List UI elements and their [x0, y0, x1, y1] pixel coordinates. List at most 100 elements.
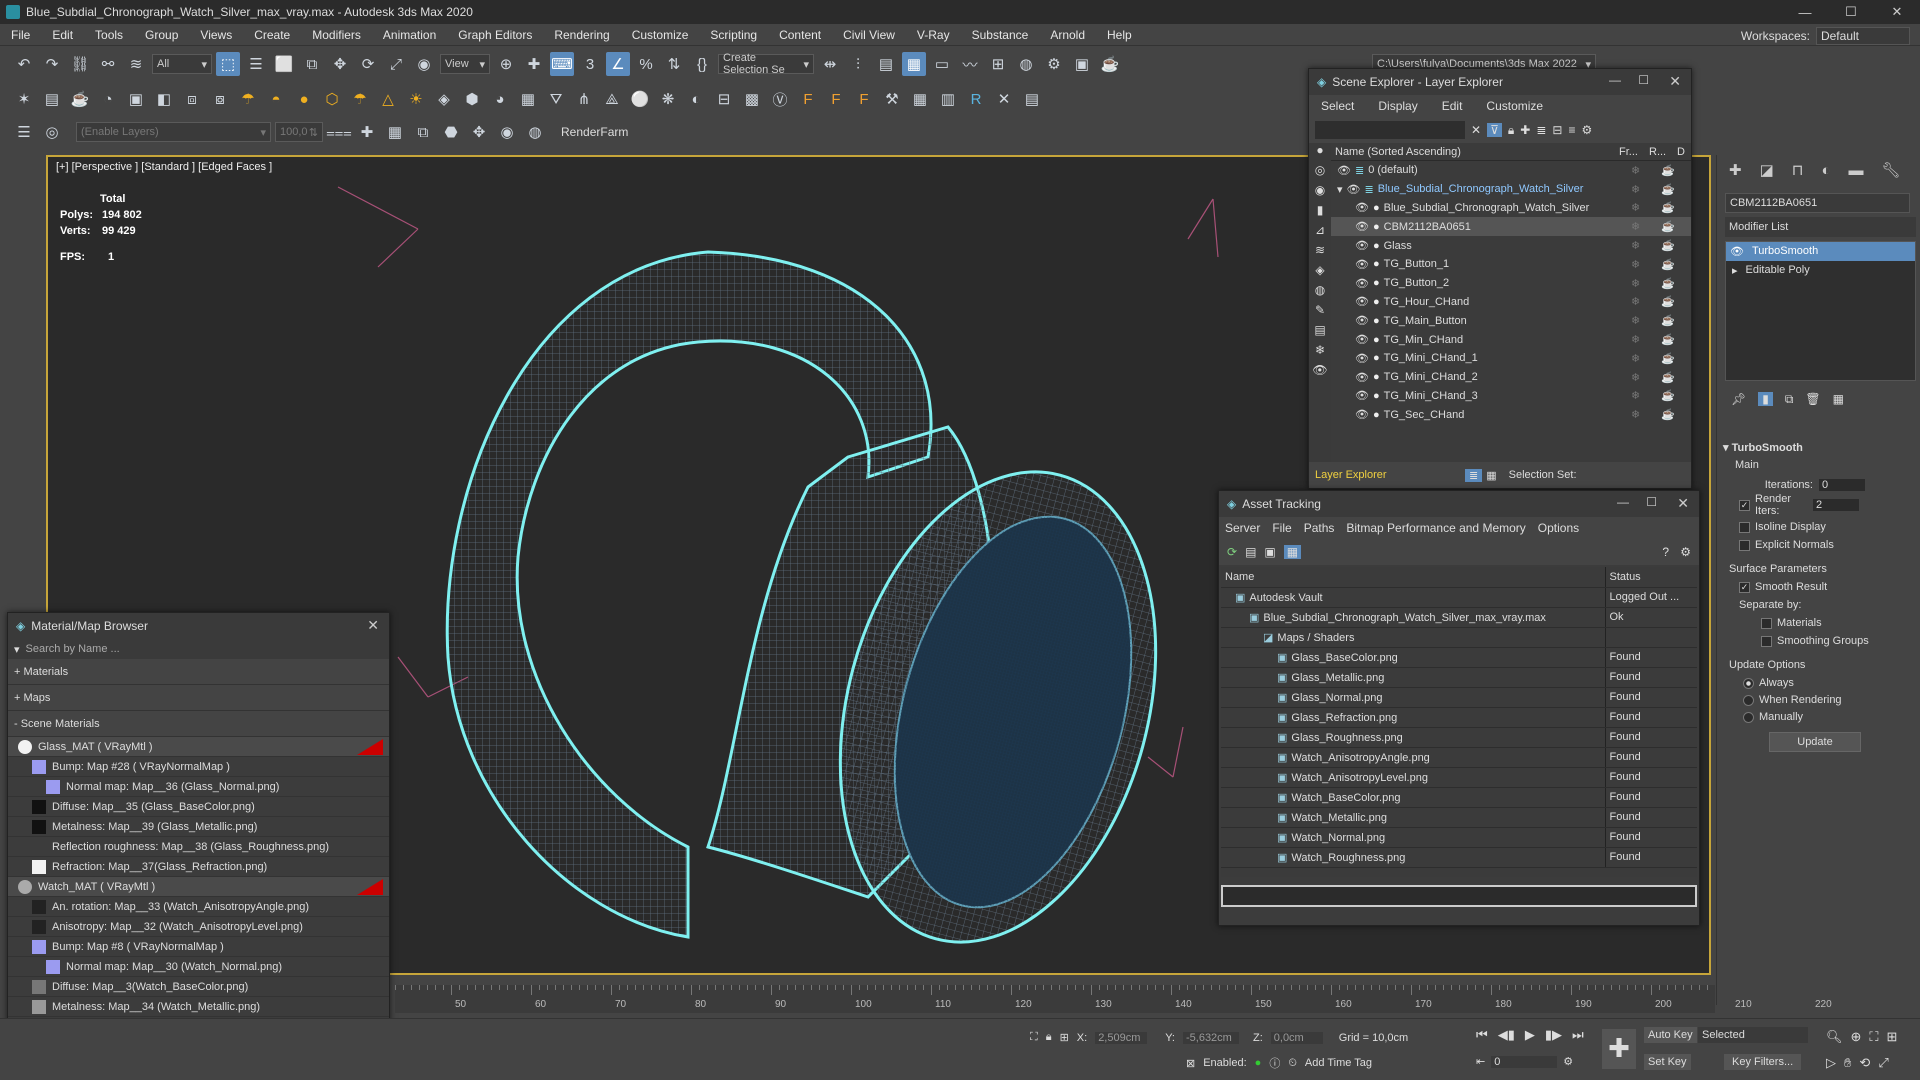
selection-lock-icon[interactable]: 🔒︎ [1046, 1031, 1052, 1044]
scene-explorer-close[interactable]: ✕ [1669, 73, 1681, 90]
visibility-eye-icon[interactable]: 👁︎ [1355, 220, 1369, 233]
menu-content[interactable]: Content [768, 28, 832, 42]
freeze-icon[interactable]: ❄ [1631, 389, 1661, 402]
eye-icon[interactable]: 👁︎ [1730, 245, 1744, 258]
col-display-header[interactable]: D [1677, 146, 1691, 158]
angle-snap-icon[interactable]: ∠ [606, 52, 630, 76]
manually-row[interactable]: Manually [1717, 711, 1920, 728]
box-object-icon[interactable]: ▣ [124, 87, 148, 111]
render-iters-checkbox[interactable]: ✓ [1739, 499, 1750, 511]
freeze-icon[interactable]: ❄ [1631, 314, 1661, 327]
isolate-icon[interactable]: ⛶ [1030, 1031, 1038, 1044]
mirror-icon[interactable]: ⇹ [818, 52, 842, 76]
menu-customize[interactable]: Customize [621, 28, 700, 42]
workspace-value[interactable]: Default [1815, 27, 1910, 45]
layer-sel2-icon[interactable]: ◉ [495, 120, 519, 144]
layer-row[interactable]: 👁︎ ● TG_Button_2 ❄ ☕ [1331, 274, 1691, 293]
table-view-icon[interactable]: ▦ [1283, 545, 1302, 559]
search-options-icon[interactable]: ▾ [14, 643, 20, 656]
filter-cameras-icon[interactable]: ▮ [1309, 203, 1331, 223]
select-by-name-icon[interactable]: ☰ [244, 52, 268, 76]
vray-fur-icon[interactable]: ⧈ [180, 87, 204, 111]
goto-end-icon[interactable]: ⏭ [1572, 1027, 1584, 1043]
freeze-icon[interactable]: ❄ [1631, 183, 1661, 196]
render-setup-icon[interactable]: ⚙ [1042, 52, 1066, 76]
ribbon-icon[interactable]: ▭ [930, 52, 954, 76]
toggle-layer-explorer-icon[interactable]: ▦ [902, 52, 926, 76]
rollout-title[interactable]: ▾ TurboSmooth [1717, 441, 1920, 459]
vray-dome-icon[interactable]: ◓ [264, 87, 288, 111]
render-icon[interactable]: ☕ [1661, 183, 1691, 196]
schematic-view-icon[interactable]: ⊞ [986, 52, 1010, 76]
menu-create[interactable]: Create [243, 28, 301, 42]
asset-row[interactable]: ▣ Watch_Roughness.png Found [1221, 847, 1697, 868]
isoline-checkbox[interactable] [1739, 521, 1750, 533]
explicit-normals-checkbox[interactable] [1739, 539, 1750, 551]
vray-light-icon[interactable]: ☂ [236, 87, 260, 111]
visibility-eye-icon[interactable]: 👁︎ [1355, 352, 1369, 365]
orbit-icon[interactable]: ⟲ [1859, 1055, 1870, 1071]
select-manipulate-icon[interactable]: ✚ [522, 52, 546, 76]
show-end-result-icon[interactable]: ▮ [1758, 392, 1773, 406]
key-filters-button[interactable]: Key Filters... [1724, 1054, 1802, 1070]
percent-snap-icon[interactable]: % [634, 52, 658, 76]
teapot-icon[interactable]: ☕ [68, 87, 92, 111]
configure-sets-icon[interactable]: ▦ [1833, 392, 1844, 406]
unlink-icon[interactable]: ⚯ [96, 52, 120, 76]
se-menu-display[interactable]: Display [1366, 99, 1429, 113]
render-icon[interactable]: ☕ [1661, 164, 1691, 177]
scene-explorer-minimize[interactable]: — [1609, 73, 1621, 87]
filter-spacewarps-icon[interactable]: ≋ [1309, 243, 1331, 263]
select-object-icon[interactable]: ⬚ [216, 52, 240, 76]
render-icon[interactable]: ☕ [1661, 371, 1691, 384]
y-coordinate-field[interactable]: -5,632cm [1182, 1031, 1239, 1044]
asset-tracking-close[interactable]: ✕ [1677, 495, 1689, 512]
layer-row[interactable]: 👁︎ ● TG_Button_1 ❄ ☕ [1331, 255, 1691, 274]
z-coordinate-field[interactable]: 0,0cm [1270, 1031, 1323, 1044]
stack-item-editable-poly[interactable]: ▸ Editable Poly [1726, 261, 1915, 280]
enabled-indicator-icon[interactable]: ● [1255, 1057, 1262, 1069]
light-icon[interactable]: ✶ [12, 87, 36, 111]
undo-icon[interactable]: ↶ [12, 52, 36, 76]
visibility-eye-icon[interactable]: 👁︎ [1355, 201, 1369, 214]
asset-row[interactable]: ▣ Watch_Metallic.png Found [1221, 807, 1697, 828]
map-item[interactable]: Refraction: Map__37(Glass_Refraction.png… [8, 857, 389, 877]
iterations-spinner[interactable]: 0 [1819, 479, 1865, 491]
set-key-big-button[interactable]: ✚ [1602, 1029, 1636, 1069]
material-browser-close[interactable]: ✕ [367, 617, 379, 634]
zoom-all-icon[interactable]: ⊕ [1851, 1029, 1862, 1045]
layer-row[interactable]: 👁︎ ● TG_Main_Button ❄ ☕ [1331, 311, 1691, 330]
render-icon[interactable]: ☕ [1661, 201, 1691, 214]
current-frame-field[interactable]: 0 [1491, 1055, 1558, 1068]
rect-region-icon[interactable]: ⬜ [272, 52, 296, 76]
smooth-result-row[interactable]: ✓ Smooth Result [1717, 581, 1920, 599]
menu-edit[interactable]: Edit [41, 28, 84, 42]
menu-substance[interactable]: Substance [961, 28, 1040, 42]
vray-ball-icon[interactable]: ⚪ [628, 87, 652, 111]
link-icon[interactable]: ⛓ [68, 52, 92, 76]
rotate-icon[interactable]: ⟳ [356, 52, 380, 76]
asset-row[interactable]: ▣ Glass_BaseColor.png Found [1221, 647, 1697, 668]
col-render-header[interactable]: R... [1649, 146, 1677, 158]
freeze-icon[interactable]: ❄ [1631, 352, 1661, 365]
zoom-icon[interactable]: 🔍︎ [1826, 1029, 1843, 1045]
render-icon[interactable]: ☕ [1661, 295, 1691, 308]
menu-graph-editors[interactable]: Graph Editors [447, 28, 543, 42]
menu-tools[interactable]: Tools [84, 28, 134, 42]
expand-icon[interactable]: ▸ [1732, 264, 1738, 277]
fp-icon[interactable]: F [796, 87, 820, 111]
filter-helpers-icon[interactable]: ⊿ [1309, 223, 1331, 243]
list-icon[interactable]: ▤ [40, 87, 64, 111]
se-menu-customize[interactable]: Customize [1474, 99, 1555, 113]
layer-row[interactable]: 👁︎ ● TG_Sec_CHand ❄ ☕ [1331, 405, 1691, 424]
vray-decal-icon[interactable]: ◈ [432, 87, 456, 111]
modify-tab-icon[interactable]: ◪ [1760, 161, 1774, 179]
fb-icon[interactable]: F [852, 87, 876, 111]
col-frozen-header[interactable]: Fr... [1619, 146, 1649, 158]
absolute-mode-icon[interactable]: ⊞ [1060, 1031, 1069, 1044]
prev-frame-icon[interactable]: ◀▮ [1498, 1027, 1515, 1043]
menu-arnold[interactable]: Arnold [1039, 28, 1096, 42]
layer-stack-icon[interactable]: ◎ [40, 120, 64, 144]
table-icon[interactable]: ▤ [1020, 87, 1044, 111]
pivot-icon[interactable]: ⊕ [494, 52, 518, 76]
